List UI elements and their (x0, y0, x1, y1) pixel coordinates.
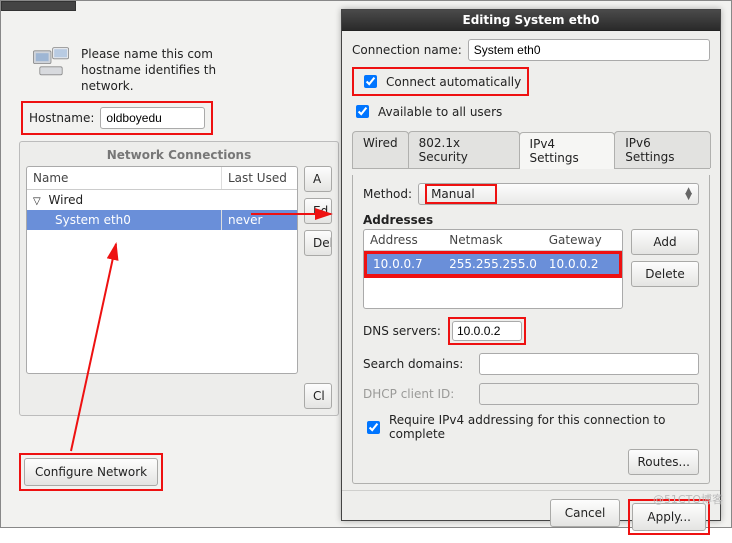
editing-system-eth0-dialog: Editing System eth0 Connection name: Con… (341, 9, 721, 521)
add-connection-button[interactable]: A (304, 166, 332, 192)
dns-servers-label: DNS servers: (363, 324, 442, 338)
connect-automatically-label: Connect automatically (386, 75, 521, 89)
connections-list[interactable]: Name Last Used ▽ Wired System eth0 never (26, 166, 298, 374)
hostname-label: Hostname: (29, 111, 94, 125)
method-label: Method: (363, 187, 412, 201)
col-netmask: Netmask (443, 230, 542, 250)
col-address: Address (364, 230, 443, 250)
connection-item-system-eth0[interactable]: System eth0 never (27, 210, 297, 230)
addresses-heading: Addresses (363, 213, 699, 227)
connection-name-input[interactable] (468, 39, 710, 61)
method-combobox[interactable]: Manual ▲▼ (418, 183, 699, 205)
apply-button[interactable]: Apply... (632, 503, 706, 531)
delete-address-button[interactable]: Delete (631, 261, 699, 287)
method-value: Manual (425, 184, 497, 204)
computer-icon (31, 46, 71, 78)
column-name-header: Name (27, 167, 222, 189)
tab-ipv4-settings[interactable]: IPv4 Settings (519, 132, 616, 169)
combo-updown-icon: ▲▼ (685, 188, 692, 200)
available-to-all-users-label: Available to all users (378, 105, 502, 119)
address-row-selected[interactable]: 10.0.0.7 255.255.255.0 10.0.0.2 (367, 254, 619, 274)
edit-connection-button[interactable]: Ed (304, 198, 332, 224)
dialog-titlebar: Editing System eth0 (342, 10, 720, 31)
require-ipv4-label: Require IPv4 addressing for this connect… (389, 413, 699, 441)
tabs: Wired 802.1x Security IPv4 Settings IPv6… (352, 131, 710, 169)
available-to-all-users-checkbox[interactable] (356, 105, 369, 118)
dhcp-client-id-input (479, 383, 699, 405)
background-titlebar-fragment (1, 1, 76, 11)
cancel-button[interactable]: Cancel (550, 499, 621, 527)
search-domains-label: Search domains: (363, 357, 473, 371)
tab-ipv6-settings[interactable]: IPv6 Settings (614, 131, 711, 168)
tab-8021x[interactable]: 802.1x Security (408, 131, 520, 168)
configure-network-button[interactable]: Configure Network (24, 458, 158, 486)
search-domains-input[interactable] (479, 353, 699, 375)
col-gateway: Gateway (543, 230, 622, 250)
watermark: @51CTO博客 (653, 491, 723, 507)
delete-connection-button[interactable]: Dele (304, 230, 332, 256)
chevron-down-icon: ▽ (33, 196, 41, 207)
network-connections-window: Network Connections Name Last Used ▽ Wir… (19, 141, 339, 416)
intro-text: Please name this com hostname identifies… (81, 46, 216, 95)
connection-name-label: Connection name: (352, 43, 462, 57)
column-lastused-header: Last Used (222, 167, 297, 189)
dns-servers-input[interactable] (452, 321, 522, 341)
require-ipv4-checkbox[interactable] (367, 421, 380, 434)
hostname-input[interactable] (100, 107, 205, 129)
dhcp-client-id-label: DHCP client ID: (363, 387, 473, 401)
addresses-table[interactable]: Address Netmask Gateway 10.0.0.7 255.255… (363, 229, 623, 309)
network-connections-title: Network Connections (20, 142, 338, 166)
routes-button[interactable]: Routes... (628, 449, 699, 475)
close-connections-button[interactable]: Cl (304, 383, 332, 409)
group-wired[interactable]: ▽ Wired (27, 190, 297, 210)
tab-wired[interactable]: Wired (352, 131, 409, 168)
add-address-button[interactable]: Add (631, 229, 699, 255)
connect-automatically-checkbox[interactable] (364, 75, 377, 88)
